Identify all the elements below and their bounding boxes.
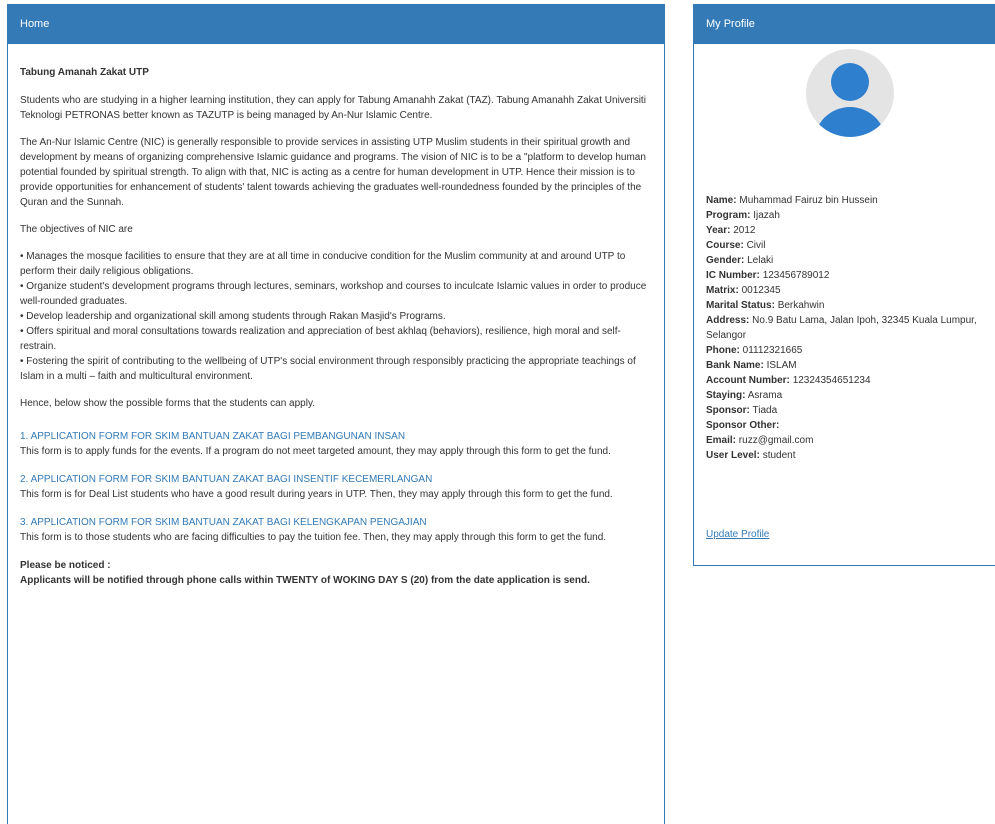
form-item: 2. APPLICATION FORM FOR SKIM BANTUAN ZAK…: [20, 472, 652, 502]
form-number: 3.: [20, 517, 31, 528]
profile-field-marital-status: Marital Status: Berkahwin: [706, 300, 825, 311]
profile-field-sponsor: Sponsor: Tiada: [706, 405, 778, 416]
profile-field-address: Address: No.9 Batu Lama, Jalan Ipoh, 323…: [706, 315, 977, 341]
form-link-label: APPLICATION FORM FOR SKIM BANTUAN ZAKAT …: [30, 474, 433, 485]
form-link-label: APPLICATION FORM FOR SKIM BANTUAN ZAKAT …: [30, 517, 427, 528]
profile-details: Name: Muhammad Fairuz bin Hussein Progra…: [706, 193, 995, 463]
about-paragraph: The An-Nur Islamic Centre (NIC) is gener…: [20, 137, 646, 208]
form-description: This form is to apply funds for the even…: [20, 446, 611, 457]
intro-paragraph: Students who are studying in a higher le…: [20, 95, 646, 121]
objective-item: • Offers spiritual and moral consultatio…: [20, 326, 621, 352]
notice-text: Applicants will be notified through phon…: [20, 575, 590, 586]
profile-field-bank-name: Bank Name: ISLAM: [706, 360, 797, 371]
form-description: This form is for Deal List students who …: [20, 489, 613, 500]
profile-field-ic-number: IC Number: 123456789012: [706, 270, 830, 281]
profile-field-course: Course: Civil: [706, 240, 766, 251]
profile-panel: My Profile Name: Muhammad Fairuz bin Hus…: [693, 4, 995, 566]
profile-field-program: Program: Ijazah: [706, 210, 780, 221]
profile-field-gender: Gender: Lelaki: [706, 255, 774, 266]
objectives-heading: The objectives of NIC are: [20, 224, 133, 235]
form-number: 2.: [20, 474, 31, 485]
form-link-insentif-kecemerlangan[interactable]: 2. APPLICATION FORM FOR SKIM BANTUAN ZAK…: [20, 472, 652, 487]
profile-field-sponsor-other: Sponsor Other:: [706, 420, 780, 431]
form-number: 1.: [20, 431, 31, 442]
profile-field-email: Email: ruzz@gmail.com: [706, 435, 814, 446]
home-body: Tabung Amanah Zakat UTP Students who are…: [8, 44, 664, 588]
profile-field-phone: Phone: 01112321665: [706, 345, 803, 356]
profile-field-name: Name: Muhammad Fairuz bin Hussein: [706, 195, 878, 206]
objective-item: • Fostering the spirit of contributing t…: [20, 356, 636, 382]
form-link-pembangunan-insan[interactable]: 1. APPLICATION FORM FOR SKIM BANTUAN ZAK…: [20, 429, 652, 444]
profile-field-year: Year: 2012: [706, 225, 756, 236]
form-description: This form is to those students who are f…: [20, 532, 607, 543]
form-link-label: APPLICATION FORM FOR SKIM BANTUAN ZAKAT …: [30, 431, 406, 442]
objectives-list: • Manages the mosque facilities to ensur…: [20, 249, 652, 384]
objective-item: • Develop leadership and organizational …: [20, 311, 446, 322]
home-panel: Home Tabung Amanah Zakat UTP Students wh…: [7, 4, 665, 824]
profile-field-account-number: Account Number: 12324354651234: [706, 375, 871, 386]
objective-item: • Organize student's development program…: [20, 281, 647, 307]
update-profile-link[interactable]: Update Profile: [706, 527, 769, 542]
user-avatar-icon: [806, 49, 894, 137]
form-item: 1. APPLICATION FORM FOR SKIM BANTUAN ZAK…: [20, 429, 652, 459]
profile-field-user-level: User Level: student: [706, 450, 796, 461]
profile-field-matrix: Matrix: 0012345: [706, 285, 781, 296]
profile-heading: My Profile: [694, 5, 995, 44]
profile-field-staying: Staying: Asrama: [706, 390, 783, 401]
notice-title: Please be noticed :: [20, 560, 111, 571]
form-link-kelengkapan-pengajian[interactable]: 3. APPLICATION FORM FOR SKIM BANTUAN ZAK…: [20, 515, 652, 530]
forms-intro: Hence, below show the possible forms tha…: [20, 398, 315, 409]
form-item: 3. APPLICATION FORM FOR SKIM BANTUAN ZAK…: [20, 515, 652, 545]
objective-item: • Manages the mosque facilities to ensur…: [20, 251, 626, 277]
home-heading: Home: [8, 5, 664, 44]
page-title: Tabung Amanah Zakat UTP: [20, 67, 149, 78]
